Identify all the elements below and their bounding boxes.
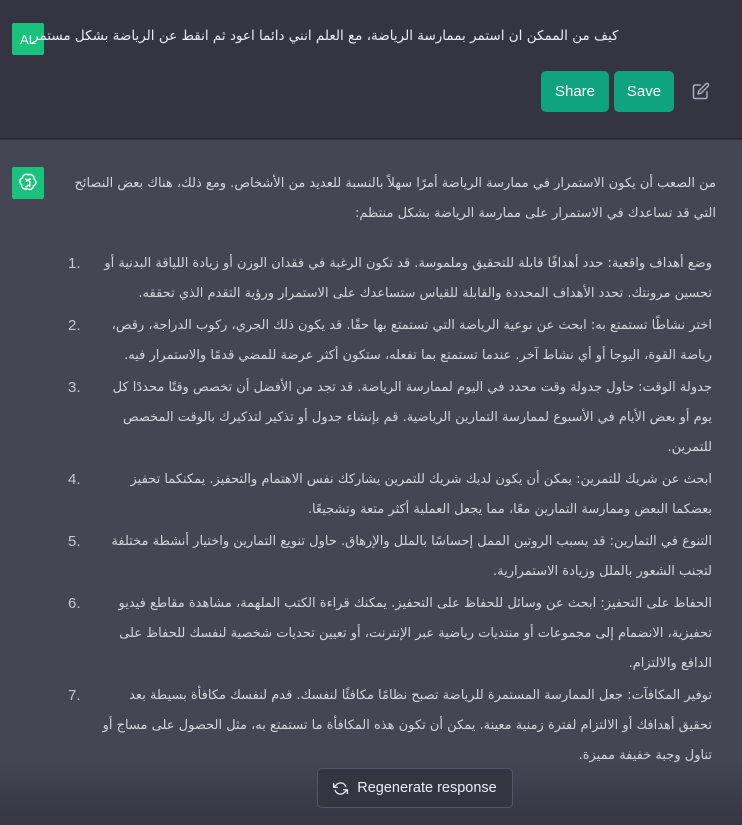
edit-icon[interactable]: [692, 82, 710, 100]
list-text: جدولة الوقت: حاول جدولة وقت محدد في اليو…: [112, 380, 712, 455]
list-number: 2.: [68, 317, 81, 334]
list-text: توفير المكافآت: جعل الممارسة المستمرة لل…: [102, 688, 712, 763]
user-message-row: AL كيف من الممكن ان استمر بممارسة الرياض…: [0, 0, 742, 139]
list-item: 1. وضع أهداف واقعية: حدد أهدافًا قابلة ل…: [62, 249, 722, 309]
list-text: ابحث عن شريك للتمرين: يمكن أن يكون لديك …: [130, 472, 713, 517]
list-text: وضع أهداف واقعية: حدد أهدافًا قابلة للتح…: [104, 256, 712, 301]
list-text: الحفاظ على التحفيز: ابحث عن وسائل للحفاظ…: [118, 596, 712, 671]
regenerate-response-button[interactable]: Regenerate response: [317, 768, 513, 808]
answer-intro: من الصعب أن يكون الاستمرار في ممارسة الر…: [74, 176, 716, 221]
regenerate-icon: [333, 781, 349, 795]
share-button[interactable]: Share: [541, 71, 609, 112]
list-item: 5. التنوع في التمارين: قد يسبب الروتين ا…: [62, 527, 722, 587]
list-number: 5.: [68, 533, 81, 550]
list-number: 1.: [68, 255, 81, 272]
regenerate-label: Regenerate response: [357, 780, 497, 796]
list-item: 3. جدولة الوقت: حاول جدولة وقت محدد في ا…: [62, 373, 722, 463]
list-text: التنوع في التمارين: قد يسبب الروتين المم…: [111, 534, 712, 579]
list-item: 6. الحفاظ على التحفيز: ابحث عن وسائل للح…: [62, 589, 722, 679]
assistant-answer: من الصعب أن يكون الاستمرار في ممارسة الر…: [62, 169, 722, 773]
list-number: 7.: [68, 687, 81, 704]
assistant-message-row: من الصعب أن يكون الاستمرار في ممارسة الر…: [0, 140, 742, 825]
list-item: 7. توفير المكافآت: جعل الممارسة المستمرة…: [62, 681, 722, 771]
user-message-text: كيف من الممكن ان استمر بممارسة الرياضة، …: [32, 28, 619, 44]
list-item: 2. اختر نشاطًا تستمتع به: ابحث عن نوعية …: [62, 311, 722, 371]
list-number: 4.: [68, 471, 81, 488]
save-button[interactable]: Save: [614, 71, 674, 112]
list-item: 4. ابحث عن شريك للتمرين: يمكن أن يكون لد…: [62, 465, 722, 525]
openai-logo-icon: [12, 167, 44, 199]
tips-list: 1. وضع أهداف واقعية: حدد أهدافًا قابلة ل…: [62, 249, 722, 771]
list-number: 3.: [68, 379, 81, 396]
list-number: 6.: [68, 595, 81, 612]
list-text: اختر نشاطًا تستمتع به: ابحث عن نوعية الر…: [111, 318, 712, 363]
